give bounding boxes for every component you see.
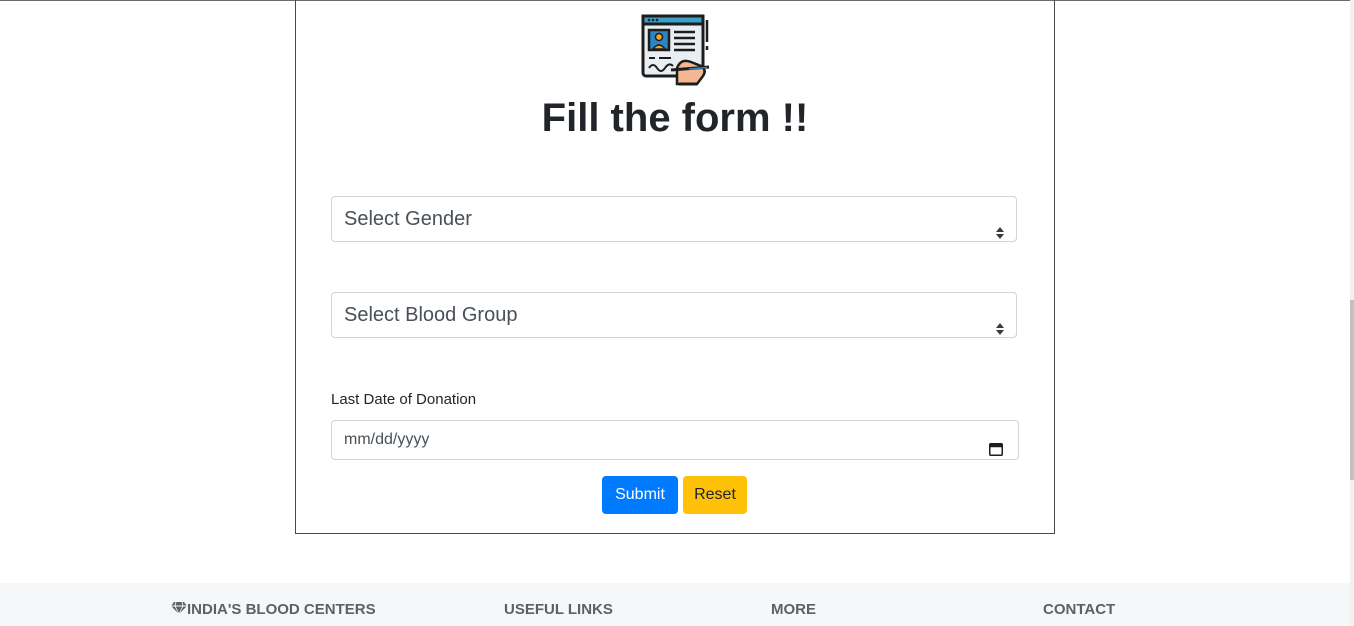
form-title: Fill the form !!	[541, 96, 809, 140]
submit-button[interactable]: Submit	[602, 476, 678, 514]
sort-caret-icon	[996, 308, 1004, 335]
calendar-icon[interactable]	[989, 433, 1003, 456]
last-donation-label: Last Date of Donation	[331, 391, 477, 408]
blood-group-select[interactable]: Select Blood Group	[331, 292, 1017, 338]
footer-heading-label: INDIA'S BLOOD CENTERS	[187, 601, 376, 618]
scrollbar-thumb[interactable]	[1350, 300, 1354, 480]
last-donation-date-input[interactable]: mm/dd/yyyy	[331, 420, 1019, 460]
reset-button[interactable]: Reset	[683, 476, 747, 514]
form-filling-icon	[641, 12, 713, 90]
form-card: Fill the form !! Select Gender Select Bl…	[295, 0, 1055, 534]
site-footer: INDIA'S BLOOD CENTERS USEFUL LINKS MORE …	[0, 583, 1350, 626]
footer-heading-useful-links: USEFUL LINKS	[504, 601, 613, 618]
gender-select[interactable]: Select Gender	[331, 196, 1017, 242]
gender-select-value: Select Gender	[344, 208, 472, 230]
footer-heading-contact: CONTACT	[1043, 601, 1116, 618]
gem-icon	[171, 601, 187, 615]
footer-heading-more: MORE	[771, 601, 816, 618]
date-placeholder: mm/dd/yyyy	[344, 431, 430, 448]
blood-group-select-value: Select Blood Group	[344, 304, 518, 326]
sort-caret-icon	[996, 212, 1004, 239]
footer-heading-blood-centers: INDIA'S BLOOD CENTERS	[171, 601, 376, 618]
page-scrollbar[interactable]	[1350, 0, 1354, 626]
